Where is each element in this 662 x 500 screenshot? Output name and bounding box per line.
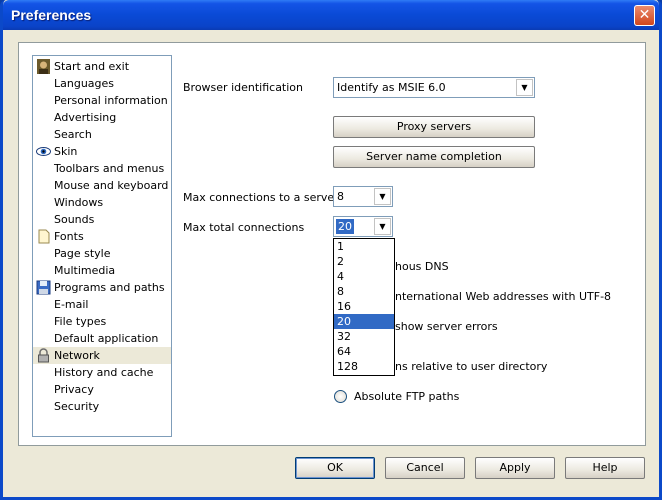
international-addresses-label: nternational Web addresses with UTF-8 xyxy=(395,290,612,303)
sidebar-item-label: History and cache xyxy=(54,366,154,379)
help-button[interactable]: Help xyxy=(565,457,645,479)
floppy-disk-icon xyxy=(36,280,51,295)
dropdown-option[interactable]: 20 xyxy=(334,314,394,329)
sidebar-item-label: File types xyxy=(54,315,107,328)
sidebar-item[interactable]: Toolbars and menus xyxy=(33,160,171,177)
apply-button[interactable]: Apply xyxy=(475,457,555,479)
sidebar-item-label: Windows xyxy=(54,196,104,209)
chevron-down-icon[interactable]: ▼ xyxy=(516,79,533,96)
chevron-down-icon[interactable]: ▼ xyxy=(374,218,391,235)
sidebar-item[interactable]: File types xyxy=(33,313,171,330)
sidebar-item[interactable]: Page style xyxy=(33,245,171,262)
sidebar-item[interactable]: Security xyxy=(33,398,171,415)
sidebar-item[interactable]: Personal information xyxy=(33,92,171,109)
browser-identification-value: Identify as MSIE 6.0 xyxy=(337,81,446,94)
chevron-down-icon[interactable]: ▼ xyxy=(374,188,391,205)
sidebar-item-label: Languages xyxy=(54,77,115,90)
dropdown-option[interactable]: 1 xyxy=(334,239,394,254)
sidebar-item-label: Mouse and keyboard xyxy=(54,179,169,192)
dialog-button-bar: OK Cancel Apply Help xyxy=(3,450,659,497)
sidebar-item[interactable]: Default application xyxy=(33,330,171,347)
close-icon: ✕ xyxy=(638,7,651,23)
sidebar-item[interactable]: Advertising xyxy=(33,109,171,126)
sidebar-item-label: Multimedia xyxy=(54,264,116,277)
proxy-servers-button[interactable]: Proxy servers xyxy=(333,116,535,138)
sidebar-item[interactable]: Privacy xyxy=(33,381,171,398)
dropdown-option[interactable]: 32 xyxy=(334,329,394,344)
cancel-button[interactable]: Cancel xyxy=(385,457,465,479)
dropdown-option[interactable]: 8 xyxy=(334,284,394,299)
sidebar-item[interactable]: Languages xyxy=(33,75,171,92)
close-button[interactable]: ✕ xyxy=(634,5,655,26)
sidebar-item[interactable]: Search xyxy=(33,126,171,143)
dropdown-option[interactable]: 64 xyxy=(334,344,394,359)
title-bar[interactable]: Preferences ✕ xyxy=(3,0,659,30)
max-total-connections-value: 20 xyxy=(336,219,354,234)
category-tree: Start and exit Languages Personal informat… xyxy=(32,55,172,437)
browser-identification-label: Browser identification xyxy=(183,81,304,94)
sidebar-item[interactable]: Multimedia xyxy=(33,262,171,279)
asynchronous-dns-label: hous DNS xyxy=(395,260,449,273)
show-server-errors-label: show server errors xyxy=(395,320,498,333)
ok-button[interactable]: OK xyxy=(295,457,375,479)
absolute-ftp-radio[interactable] xyxy=(334,390,347,403)
sidebar-item-label: Network xyxy=(54,349,100,362)
sidebar-item-label: Security xyxy=(54,400,100,413)
max-connections-server-select[interactable]: 8 ▼ xyxy=(333,186,393,207)
window-title: Preferences xyxy=(11,7,92,23)
sidebar-item-label: Advertising xyxy=(54,111,117,124)
sidebar-item[interactable]: Mouse and keyboard xyxy=(33,177,171,194)
settings-panel: Start and exit Languages Personal informat… xyxy=(18,42,646,446)
dropdown-option[interactable]: 2 xyxy=(334,254,394,269)
page-icon xyxy=(36,229,51,244)
max-total-connections-dropdown-list[interactable]: 1 2 4 8 16 20 32 64 128 xyxy=(333,238,395,376)
server-name-completion-button[interactable]: Server name completion xyxy=(333,146,535,168)
sidebar-item-label: Start and exit xyxy=(54,60,130,73)
sidebar-item[interactable]: Start and exit xyxy=(33,58,171,75)
dropdown-option[interactable]: 128 xyxy=(334,359,394,374)
sidebar-item-label: Toolbars and menus xyxy=(54,162,165,175)
sidebar-item[interactable]: Sounds xyxy=(33,211,171,228)
sidebar-item-label: Search xyxy=(54,128,92,141)
sidebar-item[interactable]: E-mail xyxy=(33,296,171,313)
max-connections-server-label: Max connections to a server xyxy=(183,191,339,204)
sidebar-item-label: Page style xyxy=(54,247,111,260)
sidebar-item-label: Programs and paths xyxy=(54,281,165,294)
sidebar-item[interactable]: Network xyxy=(33,347,171,364)
sidebar-item[interactable]: History and cache xyxy=(33,364,171,381)
relative-paths-label: ns relative to user directory xyxy=(395,360,548,373)
dropdown-option[interactable]: 4 xyxy=(334,269,394,284)
sidebar-item[interactable]: Programs and paths xyxy=(33,279,171,296)
monalisa-icon xyxy=(36,59,51,74)
preferences-window: Preferences ✕ Start and exit Languages Per… xyxy=(0,0,662,500)
sidebar-item-label: E-mail xyxy=(54,298,89,311)
sidebar-item[interactable]: Fonts xyxy=(33,228,171,245)
sidebar-item[interactable]: Windows xyxy=(33,194,171,211)
sidebar-item-label: Fonts xyxy=(54,230,84,243)
max-total-connections-select[interactable]: 20 ▼ xyxy=(333,216,393,237)
browser-identification-select[interactable]: Identify as MSIE 6.0 ▼ xyxy=(333,77,535,98)
max-connections-server-value: 8 xyxy=(337,190,344,203)
absolute-ftp-label: Absolute FTP paths xyxy=(354,390,460,403)
sidebar-item-label: Personal information xyxy=(54,94,168,107)
sidebar-item-label: Privacy xyxy=(54,383,94,396)
sidebar-item[interactable]: Skin xyxy=(33,143,171,160)
sidebar-item-label: Default application xyxy=(54,332,159,345)
sidebar-item-label: Skin xyxy=(54,145,78,158)
lock-icon xyxy=(36,348,51,363)
dropdown-option[interactable]: 16 xyxy=(334,299,394,314)
max-total-connections-label: Max total connections xyxy=(183,221,305,234)
sidebar-item-label: Sounds xyxy=(54,213,95,226)
eye-icon xyxy=(36,144,51,159)
